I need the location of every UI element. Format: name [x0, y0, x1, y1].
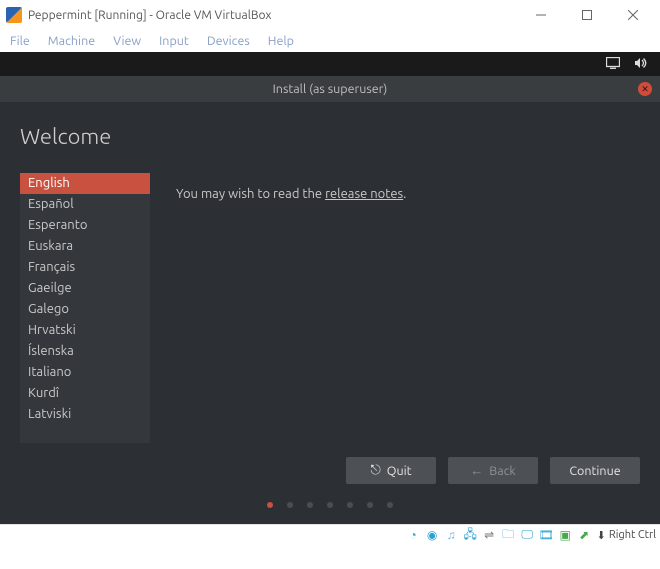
- optical-drive-icon[interactable]: ◉: [424, 527, 441, 544]
- host-menu-help[interactable]: Help: [268, 34, 294, 48]
- host-key-indicator[interactable]: ⬇ Right Ctrl: [597, 529, 656, 542]
- continue-button[interactable]: Continue: [550, 457, 640, 484]
- volume-icon[interactable]: [634, 57, 648, 72]
- host-key-arrow-icon: ⬇: [597, 529, 606, 542]
- step-pager: [0, 484, 660, 514]
- language-item[interactable]: Íslenska: [20, 341, 150, 362]
- host-menu-input[interactable]: Input: [159, 34, 189, 48]
- virtualbox-app-icon: [6, 7, 22, 23]
- pager-dot[interactable]: [387, 502, 393, 508]
- host-maximize-button[interactable]: [564, 0, 610, 30]
- language-item[interactable]: Kurdî: [20, 383, 150, 404]
- dialog-close-button[interactable]: ✕: [638, 82, 652, 96]
- usb-icon[interactable]: ⇌: [481, 527, 498, 544]
- back-label: Back: [489, 464, 516, 478]
- dialog-titlebar: Install (as superuser) ✕: [0, 76, 660, 102]
- pager-dot[interactable]: [327, 502, 333, 508]
- hard-disk-icon[interactable]: ◔: [405, 527, 422, 544]
- host-menu-machine[interactable]: Machine: [48, 34, 95, 48]
- pager-dot[interactable]: [347, 502, 353, 508]
- display-switch-icon[interactable]: [606, 57, 620, 72]
- back-button[interactable]: ← Back: [448, 457, 538, 484]
- quit-label: Quit: [387, 464, 412, 478]
- host-menubar: File Machine View Input Devices Help: [0, 30, 660, 52]
- cpu-icon[interactable]: ▣: [557, 527, 574, 544]
- pager-dot[interactable]: [267, 502, 273, 508]
- shared-folders-icon[interactable]: 🗀: [500, 527, 517, 544]
- language-list[interactable]: EnglishEspañolEsperantoEuskaraFrançaisGa…: [20, 173, 150, 443]
- release-note-text: You may wish to read the release notes.: [176, 173, 640, 443]
- guest-topbar: [0, 52, 660, 76]
- host-window-controls: [518, 0, 656, 30]
- host-key-label: Right Ctrl: [609, 529, 656, 541]
- mouse-integration-icon[interactable]: ⬈: [576, 527, 593, 544]
- dialog-buttons: ⎋ Quit ← Back Continue: [0, 443, 660, 484]
- dialog-body: Welcome EnglishEspañolEsperantoEuskaraFr…: [0, 102, 660, 524]
- host-menu-file[interactable]: File: [10, 34, 30, 48]
- language-item[interactable]: Esperanto: [20, 215, 150, 236]
- display-icon[interactable]: 🖵: [519, 527, 536, 544]
- language-item[interactable]: Latviski: [20, 404, 150, 425]
- pager-dot[interactable]: [367, 502, 373, 508]
- language-item[interactable]: Français: [20, 257, 150, 278]
- language-item[interactable]: English: [20, 173, 150, 194]
- language-item[interactable]: Hrvatski: [20, 320, 150, 341]
- host-minimize-button[interactable]: [518, 0, 564, 30]
- guest-screen: Install (as superuser) ✕ Welcome English…: [0, 52, 660, 524]
- host-close-button[interactable]: [610, 0, 656, 30]
- back-arrow-icon: ←: [470, 463, 483, 478]
- continue-label: Continue: [569, 464, 620, 478]
- pager-dot[interactable]: [307, 502, 313, 508]
- release-notes-link[interactable]: release notes: [325, 187, 403, 201]
- note-suffix: .: [403, 187, 406, 201]
- language-item[interactable]: Español: [20, 194, 150, 215]
- page-title: Welcome: [0, 102, 660, 173]
- host-titlebar: Peppermint [Running] - Oracle VM Virtual…: [0, 0, 660, 30]
- pager-dot[interactable]: [287, 502, 293, 508]
- quit-icon: ⎋: [370, 463, 380, 478]
- language-item[interactable]: Galego: [20, 299, 150, 320]
- dialog-title-text: Install (as superuser): [273, 82, 388, 96]
- host-menu-devices[interactable]: Devices: [207, 34, 250, 48]
- language-item[interactable]: Italiano: [20, 362, 150, 383]
- language-item[interactable]: Gaeilge: [20, 278, 150, 299]
- dialog-content: EnglishEspañolEsperantoEuskaraFrançaisGa…: [0, 173, 660, 443]
- host-statusbar: ◔ ◉ ♫ 🖧 ⇌ 🗀 🖵 🎞 ▣ ⬈ ⬇ Right Ctrl: [0, 524, 660, 545]
- host-menu-view[interactable]: View: [113, 34, 141, 48]
- note-prefix: You may wish to read the: [176, 187, 325, 201]
- quit-button[interactable]: ⎋ Quit: [346, 457, 436, 484]
- language-item[interactable]: Euskara: [20, 236, 150, 257]
- audio-icon[interactable]: ♫: [443, 527, 460, 544]
- host-window-title: Peppermint [Running] - Oracle VM Virtual…: [28, 9, 518, 22]
- network-icon[interactable]: 🖧: [462, 527, 479, 544]
- recording-icon[interactable]: 🎞: [538, 527, 555, 544]
